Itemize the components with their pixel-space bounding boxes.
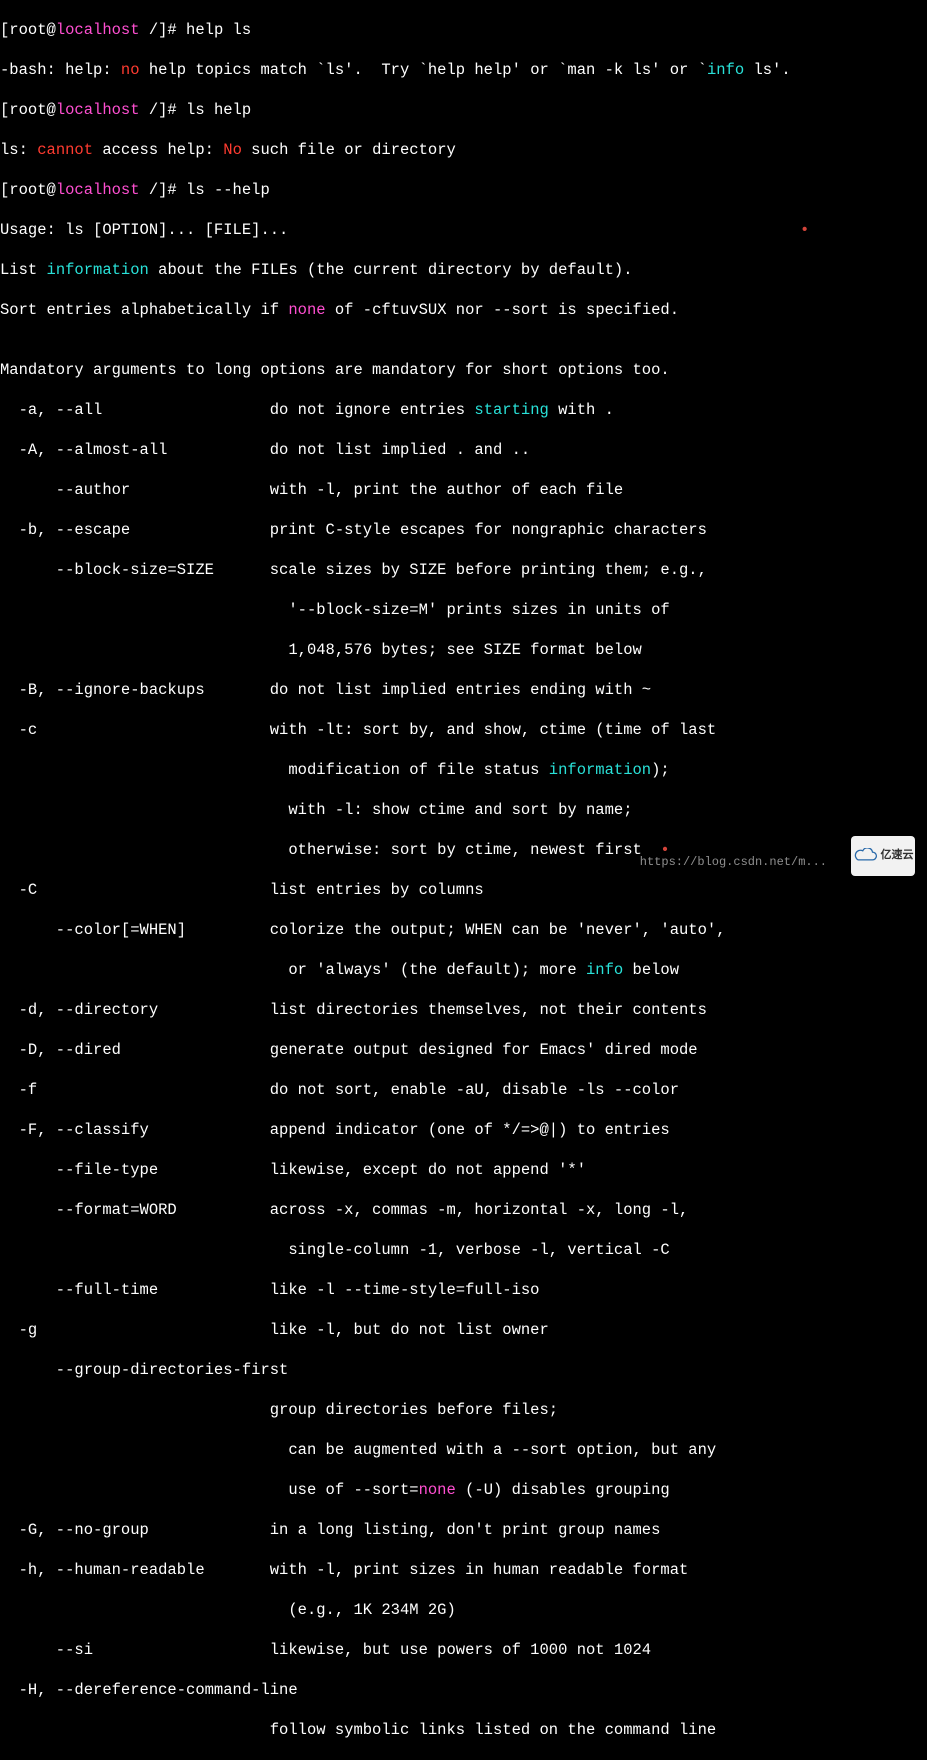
- opt-color-1: --color[=WHEN] colorize the output; WHEN…: [0, 920, 927, 940]
- opt-block-2: '--block-size=M' prints sizes in units o…: [0, 600, 927, 620]
- hostname: localhost: [56, 181, 140, 199]
- opt-gdf-1: --group-directories-first: [0, 1360, 927, 1380]
- usage-line: Usage: ls [OPTION]... [FILE]... •: [0, 220, 927, 240]
- opt-color-2: or 'always' (the default); more info bel…: [0, 960, 927, 980]
- watermark-logo: 亿速云: [851, 836, 915, 876]
- opt-c-3: with -l: show ctime and sort by name;: [0, 800, 927, 820]
- opt-C: -C list entries by columns: [0, 880, 927, 900]
- prompt-line-1: [root@localhost /]# help ls: [0, 20, 927, 40]
- output-help-no-match: -bash: help: no help topics match `ls'. …: [0, 60, 927, 80]
- opt-full-time: --full-time like -l --time-style=full-is…: [0, 1280, 927, 1300]
- opt-F: -F, --classify append indicator (one of …: [0, 1120, 927, 1140]
- opt-c-2: modification of file status information)…: [0, 760, 927, 780]
- command-1: help ls: [186, 21, 251, 39]
- opt-G: -G, --no-group in a long listing, don't …: [0, 1520, 927, 1540]
- watermark-url: https://blog.csdn.net/m...: [640, 852, 827, 872]
- opt-d: -d, --directory list directories themsel…: [0, 1000, 927, 1020]
- opt-H-2: follow symbolic links listed on the comm…: [0, 1720, 927, 1740]
- opt-gdf-4: use of --sort=none (-U) disables groupin…: [0, 1480, 927, 1500]
- hostname: localhost: [56, 101, 140, 119]
- opt-f: -f do not sort, enable -aU, disable -ls …: [0, 1080, 927, 1100]
- hostname: localhost: [56, 21, 140, 39]
- desc-line-1: List information about the FILEs (the cu…: [0, 260, 927, 280]
- opt-A: -A, --almost-all do not list implied . a…: [0, 440, 927, 460]
- opt-h-1: -h, --human-readable with -l, print size…: [0, 1560, 927, 1580]
- mandatory-line: Mandatory arguments to long options are …: [0, 360, 927, 380]
- command-2: ls help: [186, 101, 251, 119]
- desc-line-2: Sort entries alphabetically if none of -…: [0, 300, 927, 320]
- command-3: ls --help: [186, 181, 270, 199]
- opt-si: --si likewise, but use powers of 1000 no…: [0, 1640, 927, 1660]
- opt-h-2: (e.g., 1K 234M 2G): [0, 1600, 927, 1620]
- opt-D: -D, --dired generate output designed for…: [0, 1040, 927, 1060]
- opt-format-2: single-column -1, verbose -l, vertical -…: [0, 1240, 927, 1260]
- opt-c-1: -c with -lt: sort by, and show, ctime (t…: [0, 720, 927, 740]
- opt-H-1: -H, --dereference-command-line: [0, 1680, 927, 1700]
- opt-b: -b, --escape print C-style escapes for n…: [0, 520, 927, 540]
- opt-a: -a, --all do not ignore entries starting…: [0, 400, 927, 420]
- watermark-brand: 亿速云: [881, 846, 914, 866]
- prompt-line-3: [root@localhost /]# ls --help: [0, 180, 927, 200]
- prompt-line-2: [root@localhost /]# ls help: [0, 100, 927, 120]
- cloud-icon: [853, 848, 879, 864]
- opt-format-1: --format=WORD across -x, commas -m, hori…: [0, 1200, 927, 1220]
- opt-g: -g like -l, but do not list owner: [0, 1320, 927, 1340]
- terminal[interactable]: [root@localhost /]# help ls -bash: help:…: [0, 0, 927, 882]
- bullet-icon: •: [800, 221, 809, 239]
- opt-gdf-3: can be augmented with a --sort option, b…: [0, 1440, 927, 1460]
- opt-author: --author with -l, print the author of ea…: [0, 480, 927, 500]
- opt-B: -B, --ignore-backups do not list implied…: [0, 680, 927, 700]
- opt-block-1: --block-size=SIZE scale sizes by SIZE be…: [0, 560, 927, 580]
- opt-block-3: 1,048,576 bytes; see SIZE format below: [0, 640, 927, 660]
- output-ls-error: ls: cannot access help: No such file or …: [0, 140, 927, 160]
- opt-file-type: --file-type likewise, except do not appe…: [0, 1160, 927, 1180]
- opt-gdf-2: group directories before files;: [0, 1400, 927, 1420]
